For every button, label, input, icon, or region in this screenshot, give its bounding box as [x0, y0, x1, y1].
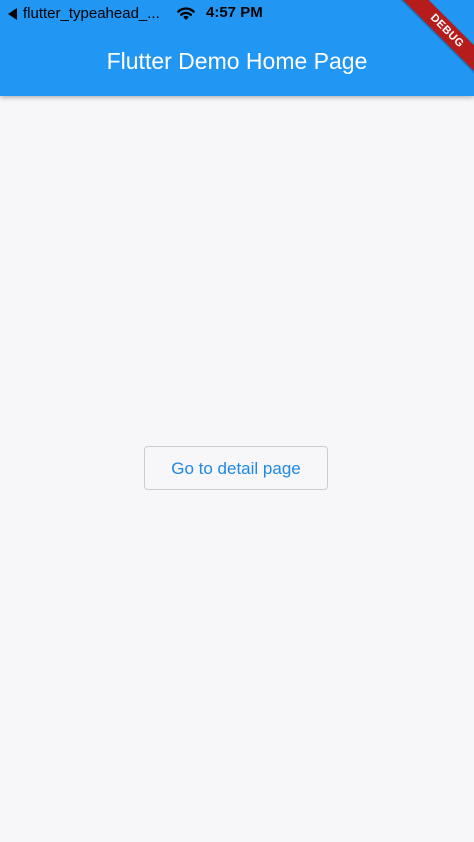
back-caret-icon [8, 7, 17, 20]
screen: flutter_typeahead_... 4:57 PM Flutter De… [0, 0, 474, 842]
go-to-detail-button[interactable]: Go to detail page [144, 446, 328, 490]
status-back-to-app[interactable]: flutter_typeahead_... [8, 5, 160, 22]
status-app-name: flutter_typeahead_... [23, 5, 160, 22]
wifi-icon [177, 7, 195, 20]
status-time: 4:57 PM [206, 4, 263, 21]
page-title: Flutter Demo Home Page [106, 48, 368, 74]
app-bar: flutter_typeahead_... 4:57 PM Flutter De… [0, 0, 474, 96]
status-bar: flutter_typeahead_... 4:57 PM [0, 0, 474, 28]
